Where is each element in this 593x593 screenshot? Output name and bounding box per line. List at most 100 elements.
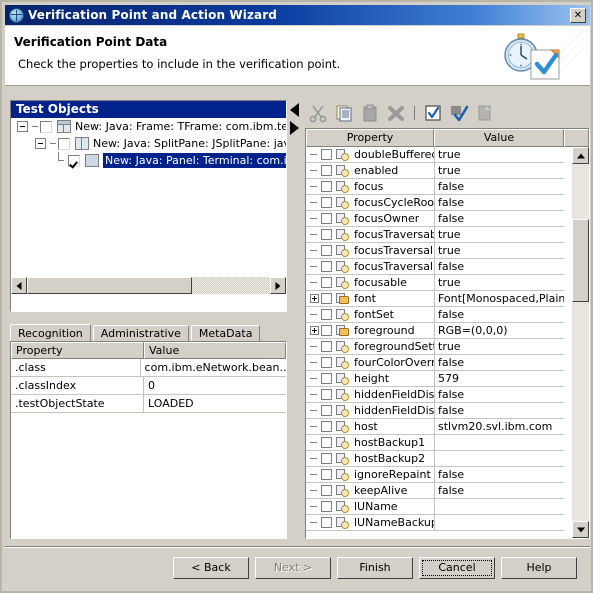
cut-icon[interactable] bbox=[307, 103, 329, 123]
tree-item-frame[interactable]: New: Java: Frame: TFrame: com.ibm.termin… bbox=[11, 118, 286, 135]
recognition-property-value[interactable]: com.ibm.eNetwork.bean... bbox=[140, 359, 286, 377]
property-checkbox[interactable] bbox=[321, 149, 332, 160]
scroll-left-button[interactable] bbox=[11, 277, 27, 294]
property-checkbox[interactable] bbox=[321, 501, 332, 512]
property-value[interactable]: false bbox=[434, 355, 564, 371]
property-row[interactable]: keepAlive false bbox=[306, 483, 589, 499]
property-value[interactable] bbox=[434, 515, 564, 531]
property-checkbox[interactable] bbox=[321, 181, 332, 192]
test-objects-tree[interactable]: New: Java: Frame: TFrame: com.ibm.termin… bbox=[11, 118, 286, 294]
property-value[interactable]: true bbox=[434, 275, 564, 291]
property-row[interactable]: focus false bbox=[306, 179, 589, 195]
property-checkbox[interactable] bbox=[321, 293, 332, 304]
property-checkbox[interactable] bbox=[321, 405, 332, 416]
property-value[interactable]: false bbox=[434, 483, 564, 499]
column-header-value[interactable]: Value bbox=[144, 342, 286, 359]
property-value[interactable]: 579 bbox=[434, 371, 564, 387]
property-checkbox[interactable] bbox=[321, 277, 332, 288]
scroll-thumb[interactable] bbox=[572, 219, 589, 302]
recognition-property-value[interactable]: LOADED bbox=[144, 395, 286, 413]
property-row[interactable]: lUNameBackup bbox=[306, 515, 589, 531]
scroll-track[interactable] bbox=[572, 164, 589, 521]
property-value[interactable]: false bbox=[434, 259, 564, 275]
property-value[interactable] bbox=[434, 499, 564, 515]
property-grid-vertical-scrollbar[interactable] bbox=[572, 147, 589, 538]
property-checkbox[interactable] bbox=[321, 437, 332, 448]
property-value[interactable]: false bbox=[434, 195, 564, 211]
tab-administrative[interactable]: Administrative bbox=[92, 325, 189, 342]
property-value[interactable]: stlvm20.svl.ibm.com bbox=[434, 419, 564, 435]
property-row[interactable]: enabled true bbox=[306, 163, 589, 179]
property-grid-body[interactable]: doubleBuffered true enabled true focus false f… bbox=[306, 147, 589, 538]
property-checkbox[interactable] bbox=[321, 453, 332, 464]
expand-icon[interactable] bbox=[310, 294, 319, 303]
property-value[interactable]: false bbox=[434, 467, 564, 483]
property-row[interactable]: font Font[Monospaced,Plain,... bbox=[306, 291, 589, 307]
property-value[interactable] bbox=[434, 435, 564, 451]
property-value[interactable]: false bbox=[434, 179, 564, 195]
property-checkbox[interactable] bbox=[321, 229, 332, 240]
property-value[interactable]: true bbox=[434, 339, 564, 355]
property-value[interactable]: Font[Monospaced,Plain,... bbox=[434, 291, 564, 307]
tree-horizontal-scrollbar[interactable] bbox=[11, 277, 286, 294]
column-header-property[interactable]: Property bbox=[306, 129, 434, 147]
property-value[interactable]: false bbox=[434, 307, 564, 323]
column-header-property[interactable]: Property bbox=[11, 342, 144, 359]
property-checkbox[interactable] bbox=[321, 309, 332, 320]
tree-item-checkbox[interactable] bbox=[58, 137, 70, 150]
tree-item-splitpane[interactable]: New: Java: SplitPane: JSplitPane: javax bbox=[11, 135, 286, 152]
property-checkbox[interactable] bbox=[321, 357, 332, 368]
recognition-row[interactable]: .testObjectState LOADED bbox=[11, 395, 286, 413]
scroll-right-button[interactable] bbox=[270, 277, 286, 294]
property-value[interactable]: RGB=(0,0,0) bbox=[434, 323, 564, 339]
title-bar[interactable]: Verification Point and Action Wizard ✕ bbox=[5, 5, 590, 25]
property-row[interactable]: foreground RGB=(0,0,0) bbox=[306, 323, 589, 339]
property-row[interactable]: hiddenFieldDisplay2false bbox=[306, 403, 589, 419]
property-row[interactable]: host stlvm20.svl.ibm.com bbox=[306, 419, 589, 435]
property-value[interactable]: false bbox=[434, 387, 564, 403]
property-checkbox[interactable] bbox=[321, 197, 332, 208]
property-value[interactable] bbox=[434, 451, 564, 467]
property-row[interactable]: height 579 bbox=[306, 371, 589, 387]
close-icon[interactable]: ✕ bbox=[570, 7, 586, 23]
triangle-right-icon[interactable] bbox=[290, 121, 299, 135]
scroll-thumb[interactable] bbox=[27, 277, 193, 294]
property-value[interactable]: false bbox=[434, 403, 564, 419]
expand-icon[interactable] bbox=[310, 326, 319, 335]
property-checkbox[interactable] bbox=[321, 421, 332, 432]
back-button[interactable]: < Back bbox=[173, 557, 249, 579]
property-row[interactable]: focusTraversabletrue bbox=[306, 227, 589, 243]
property-row[interactable]: focusCycleRoot false bbox=[306, 195, 589, 211]
copy-icon[interactable] bbox=[333, 103, 355, 123]
property-row[interactable]: focusTraversalPolicySettrue bbox=[306, 243, 589, 259]
property-value[interactable]: true bbox=[434, 243, 564, 259]
property-checkbox[interactable] bbox=[321, 469, 332, 480]
recognition-property-value[interactable]: 0 bbox=[144, 377, 286, 395]
property-row[interactable]: doubleBuffered true bbox=[306, 147, 589, 163]
property-checkbox[interactable] bbox=[321, 373, 332, 384]
property-row[interactable]: focusTraversalKeysEnabledfalse bbox=[306, 259, 589, 275]
check-selected-icon[interactable] bbox=[422, 103, 444, 123]
property-checkbox[interactable] bbox=[321, 517, 332, 528]
property-checkbox[interactable] bbox=[321, 261, 332, 272]
tree-item-checkbox[interactable] bbox=[40, 120, 52, 133]
property-checkbox[interactable] bbox=[321, 485, 332, 496]
tree-item-panel-terminal[interactable]: New: Java: Panel: Terminal: com.ibm bbox=[11, 152, 286, 169]
property-checkbox[interactable] bbox=[321, 165, 332, 176]
property-value[interactable]: true bbox=[434, 147, 564, 163]
property-row[interactable]: foregroundSettingtrue bbox=[306, 339, 589, 355]
scroll-track[interactable] bbox=[27, 277, 270, 294]
panel-splitter[interactable] bbox=[289, 100, 303, 312]
property-checkbox[interactable] bbox=[321, 341, 332, 352]
property-row[interactable]: hostBackup1 bbox=[306, 435, 589, 451]
property-value[interactable]: true bbox=[434, 163, 564, 179]
recognition-row[interactable]: .class com.ibm.eNetwork.bean... bbox=[11, 359, 286, 377]
scroll-up-button[interactable] bbox=[572, 147, 589, 164]
collapse-icon[interactable] bbox=[35, 138, 46, 149]
property-value[interactable]: true bbox=[434, 227, 564, 243]
column-header-value[interactable]: Value bbox=[434, 129, 564, 147]
property-checkbox[interactable] bbox=[321, 213, 332, 224]
property-value[interactable]: false bbox=[434, 211, 564, 227]
tab-recognition[interactable]: Recognition bbox=[10, 324, 91, 342]
check-all-icon[interactable] bbox=[448, 103, 470, 123]
